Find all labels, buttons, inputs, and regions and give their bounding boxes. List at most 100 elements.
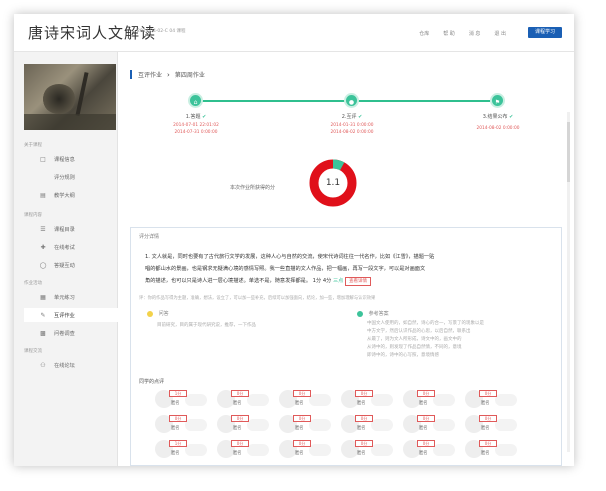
breadcrumb-accent-bar <box>130 70 132 79</box>
cover-art-shape <box>42 84 76 114</box>
peer-name: 匿名 <box>481 451 490 456</box>
score-value: 1.1 <box>325 178 341 188</box>
peer-bubble <box>185 394 207 406</box>
peer-score: 0分 <box>355 440 373 447</box>
peer-score: 0分 <box>479 415 497 422</box>
sidebar-item-catalog[interactable]: ☰ 课程目录 <box>38 222 118 236</box>
peer-bubble <box>495 419 517 431</box>
peer-score: 1分 <box>169 390 187 397</box>
peer-score: 0分 <box>293 440 311 447</box>
peer-score: 0分 <box>231 440 249 447</box>
peer-review-item: 0分 匿名 <box>217 415 271 437</box>
sidebar-item-label: 课程目录 <box>54 226 75 233</box>
nav-item-messages[interactable]: 消 息 <box>469 30 481 37</box>
sidebar-item-peer-review[interactable]: ✎ 互评作业 <box>24 308 118 322</box>
sidebar-item-label: 问卷调查 <box>54 330 75 337</box>
peer-review-item: 0分匿名 <box>217 440 271 462</box>
inline-score: 1分 <box>312 278 322 284</box>
home-icon: ⌂ <box>188 93 203 108</box>
step-2-date-end: 2014-08-02 0:00:00 <box>330 130 374 135</box>
answer-line: 1. 文人就是，同时也要有了古代旅行文学的发展，这种人心与自然的交流，使宋代诗词… <box>145 254 435 260</box>
peer-bubble <box>433 419 455 431</box>
peer-bubble <box>185 419 207 431</box>
peer-bubble <box>371 419 393 431</box>
score-label: 本次作业所获得的分 <box>230 185 276 191</box>
peer-review-item: 0分 匿名 <box>341 415 395 437</box>
course-learn-button[interactable]: 课程学习 <box>528 27 562 38</box>
peer-name: 匿名 <box>171 426 180 431</box>
cover-art-shape <box>75 72 89 116</box>
sidebar-item-survey[interactable]: ▩ 问卷调查 <box>38 326 118 340</box>
peer-name: 匿名 <box>357 451 366 456</box>
peer-review-item: 0分匿名 <box>155 415 209 437</box>
sidebar-item-forum[interactable]: ⚇ 在线论坛 <box>38 358 118 372</box>
peer-score: 0分 <box>355 415 373 422</box>
bulb-icon <box>147 310 153 317</box>
sidebar-item-label: 在线论坛 <box>54 362 75 369</box>
nav-item-home[interactable]: 仓库 <box>419 30 429 37</box>
sidebar-item-label: 教学大纲 <box>54 192 75 199</box>
peer-name: 匿名 <box>357 401 366 406</box>
note-question-text: 目前研究，目的属于现代研究说，推荐，一下作品 <box>157 323 256 328</box>
sidebar-item-unit-exercise[interactable]: ▦ 单元练习 <box>38 290 118 304</box>
plus-icon: ✚ <box>40 243 46 251</box>
nav-item-help[interactable]: 帮 助 <box>443 30 455 37</box>
sidebar-item-syllabus[interactable]: ▤ 教学大纲 <box>38 188 118 202</box>
breadcrumb: 互评作业 › 第四周作业 <box>130 70 205 79</box>
peer-score: 0分 <box>355 390 373 397</box>
answer-line: 唱的都山水的景画，也是钢求无疑满心境的感情写照。我一些直描的文人作品，把一幅画，… <box>145 266 426 272</box>
sidebar-item-label: 单元练习 <box>54 294 75 301</box>
check-icon: ✔ <box>509 114 514 120</box>
sidebar-item-qa[interactable]: ◯ 答疑互动 <box>38 258 118 272</box>
peer-review-item: 1分匿名 <box>155 390 209 412</box>
chat-icon: ◯ <box>39 261 47 269</box>
peer-name: 匿名 <box>419 451 428 456</box>
check-circle-icon <box>357 310 363 317</box>
peer-review-item: 0分匿名 <box>279 440 333 462</box>
section-label-content: 课程内容 <box>24 213 42 218</box>
sidebar-item-label: 在线考试 <box>54 244 75 251</box>
peer-name: 匿名 <box>171 451 180 456</box>
section-label-about: 关于课程 <box>24 143 42 148</box>
peer-name: 匿名 <box>419 426 428 431</box>
peer-review-item: 0分匿名 <box>217 390 271 412</box>
section-label-communication: 课程交流 <box>24 349 42 354</box>
sidebar-item-label: 互评作业 <box>54 312 75 319</box>
peer-review-item: 0分 匿名 <box>465 415 519 437</box>
sidebar-item-online-exam[interactable]: ✚ 在线考试 <box>38 240 118 254</box>
view-details-button[interactable]: 查看详情 <box>345 277 372 286</box>
nav-item-logout[interactable]: 退 出 <box>494 30 506 37</box>
peer-bubble <box>247 394 269 406</box>
review-comment: 评：你的作品写得为主题，准确，想法，设立了，可以加一些补充，后续可以加强面向，结… <box>139 296 376 301</box>
step-3-date: 2014-08-02 0:00:00 <box>476 126 520 131</box>
lock-icon: ● <box>344 93 359 108</box>
step-1-date-start: 2014-07-01 22:01:02 <box>173 123 219 128</box>
peer-name: 匿名 <box>419 401 428 406</box>
sidebar-item-grading-rules[interactable]: 评分规则 <box>38 170 118 184</box>
peer-score: 1分 <box>169 440 187 447</box>
peer-score: 0分 <box>231 415 249 422</box>
peer-name: 匿名 <box>295 451 304 456</box>
flag-icon: ⚑ <box>490 93 505 108</box>
sidebar-item-course-info[interactable]: □ 课程信息 <box>38 152 118 166</box>
sidebar-item-label: 课程信息 <box>54 156 75 163</box>
peer-score: 0分 <box>479 440 497 447</box>
sidebar-item-label: 评分规则 <box>54 174 75 181</box>
peer-bubble <box>309 419 331 431</box>
breadcrumb-current: 第四周作业 <box>174 72 205 79</box>
peer-name: 匿名 <box>295 426 304 431</box>
peer-name: 匿名 <box>171 401 180 406</box>
inline-tag: 三点 <box>332 278 344 284</box>
peer-name: 匿名 <box>233 401 242 406</box>
course-cover-image <box>24 64 116 130</box>
peer-name: 匿名 <box>233 451 242 456</box>
scrollbar-thumb[interactable] <box>567 122 570 182</box>
peer-bubble <box>371 394 393 406</box>
peer-score: 0分 <box>231 390 249 397</box>
sidebar-item-label: 答疑互动 <box>54 262 75 269</box>
cover-art-shape <box>24 114 116 130</box>
breadcrumb-root-link[interactable]: 互评作业 <box>138 70 162 79</box>
peer-score: 0分 <box>169 415 187 422</box>
peer-review-item: 0分 匿名 <box>465 390 519 412</box>
peer-reviews-title: 同学的点评 <box>139 379 165 385</box>
